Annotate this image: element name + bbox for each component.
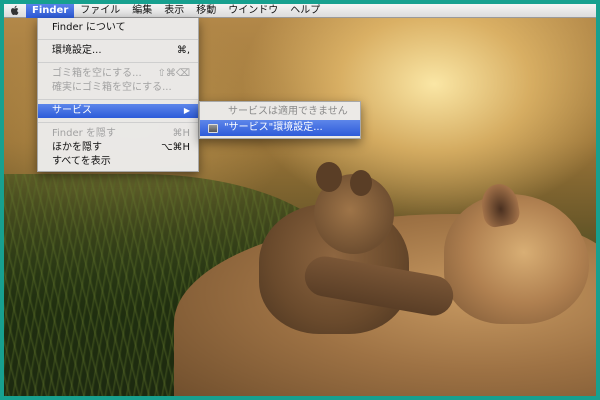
services-submenu: サービスは適用できません "サービス"環境設定... <box>199 101 361 139</box>
lioness-ear <box>478 181 522 229</box>
hide-finder-label: Finder を隠す <box>52 128 116 139</box>
menu-edit[interactable]: 編集 <box>126 4 158 18</box>
submenu-item-no-services: サービスは適用できません <box>200 104 360 120</box>
menu-item-preferences[interactable]: 環境設定... ⌘, <box>38 44 198 58</box>
menu-file[interactable]: ファイル <box>74 4 126 18</box>
cub-ear-left <box>316 162 342 192</box>
desktop-wallpaper: Finder ファイル 編集 表示 移動 ウインドウ ヘルプ Finder につ… <box>4 4 596 396</box>
submenu-arrow-icon: ▶ <box>183 106 190 115</box>
apple-icon[interactable] <box>4 4 26 18</box>
menu-view[interactable]: 表示 <box>158 4 190 18</box>
services-label: サービス <box>52 105 92 116</box>
menu-separator <box>38 122 198 123</box>
hide-finder-shortcut: ⌘H <box>172 128 190 139</box>
no-services-label: サービスは適用できません <box>228 106 348 117</box>
preferences-icon <box>208 123 218 133</box>
menu-separator <box>38 39 198 40</box>
menu-bar: Finder ファイル 編集 表示 移動 ウインドウ ヘルプ <box>4 4 596 18</box>
finder-menu-dropdown: Finder について 環境設定... ⌘, ゴミ箱を空にする... ⇧⌘⌫ 確… <box>37 18 199 172</box>
menu-item-hide-finder: Finder を隠す ⌘H <box>38 127 198 141</box>
menu-item-hide-others[interactable]: ほかを隠す ⌥⌘H <box>38 141 198 155</box>
about-finder-label: Finder について <box>52 22 126 33</box>
menu-item-about-finder[interactable]: Finder について <box>38 21 198 35</box>
menu-window[interactable]: ウインドウ <box>222 4 284 18</box>
preferences-shortcut: ⌘, <box>176 45 190 56</box>
screen-frame: Finder ファイル 編集 表示 移動 ウインドウ ヘルプ Finder につ… <box>0 0 600 400</box>
menu-go[interactable]: 移動 <box>190 4 222 18</box>
menu-finder[interactable]: Finder <box>26 4 75 18</box>
menu-separator <box>38 99 198 100</box>
submenu-item-services-preferences[interactable]: "サービス"環境設定... <box>200 120 360 136</box>
cub-ear-right <box>350 170 372 196</box>
menu-help[interactable]: ヘルプ <box>284 4 326 18</box>
preferences-label: 環境設定... <box>52 45 102 56</box>
empty-trash-label: ゴミ箱を空にする... <box>52 68 142 79</box>
menu-item-show-all[interactable]: すべてを表示 <box>38 155 198 169</box>
empty-trash-shortcut: ⇧⌘⌫ <box>157 68 190 79</box>
hide-others-label: ほかを隠す <box>52 142 102 153</box>
menu-item-secure-empty-trash: 確実にゴミ箱を空にする... <box>38 81 198 95</box>
show-all-label: すべてを表示 <box>52 156 111 167</box>
services-preferences-label: "サービス"環境設定... <box>224 122 323 133</box>
hide-others-shortcut: ⌥⌘H <box>160 142 190 153</box>
secure-empty-trash-label: 確実にゴミ箱を空にする... <box>52 82 172 93</box>
menu-item-empty-trash: ゴミ箱を空にする... ⇧⌘⌫ <box>38 67 198 81</box>
menu-item-services[interactable]: サービス ▶ <box>38 104 198 118</box>
menu-separator <box>38 62 198 63</box>
